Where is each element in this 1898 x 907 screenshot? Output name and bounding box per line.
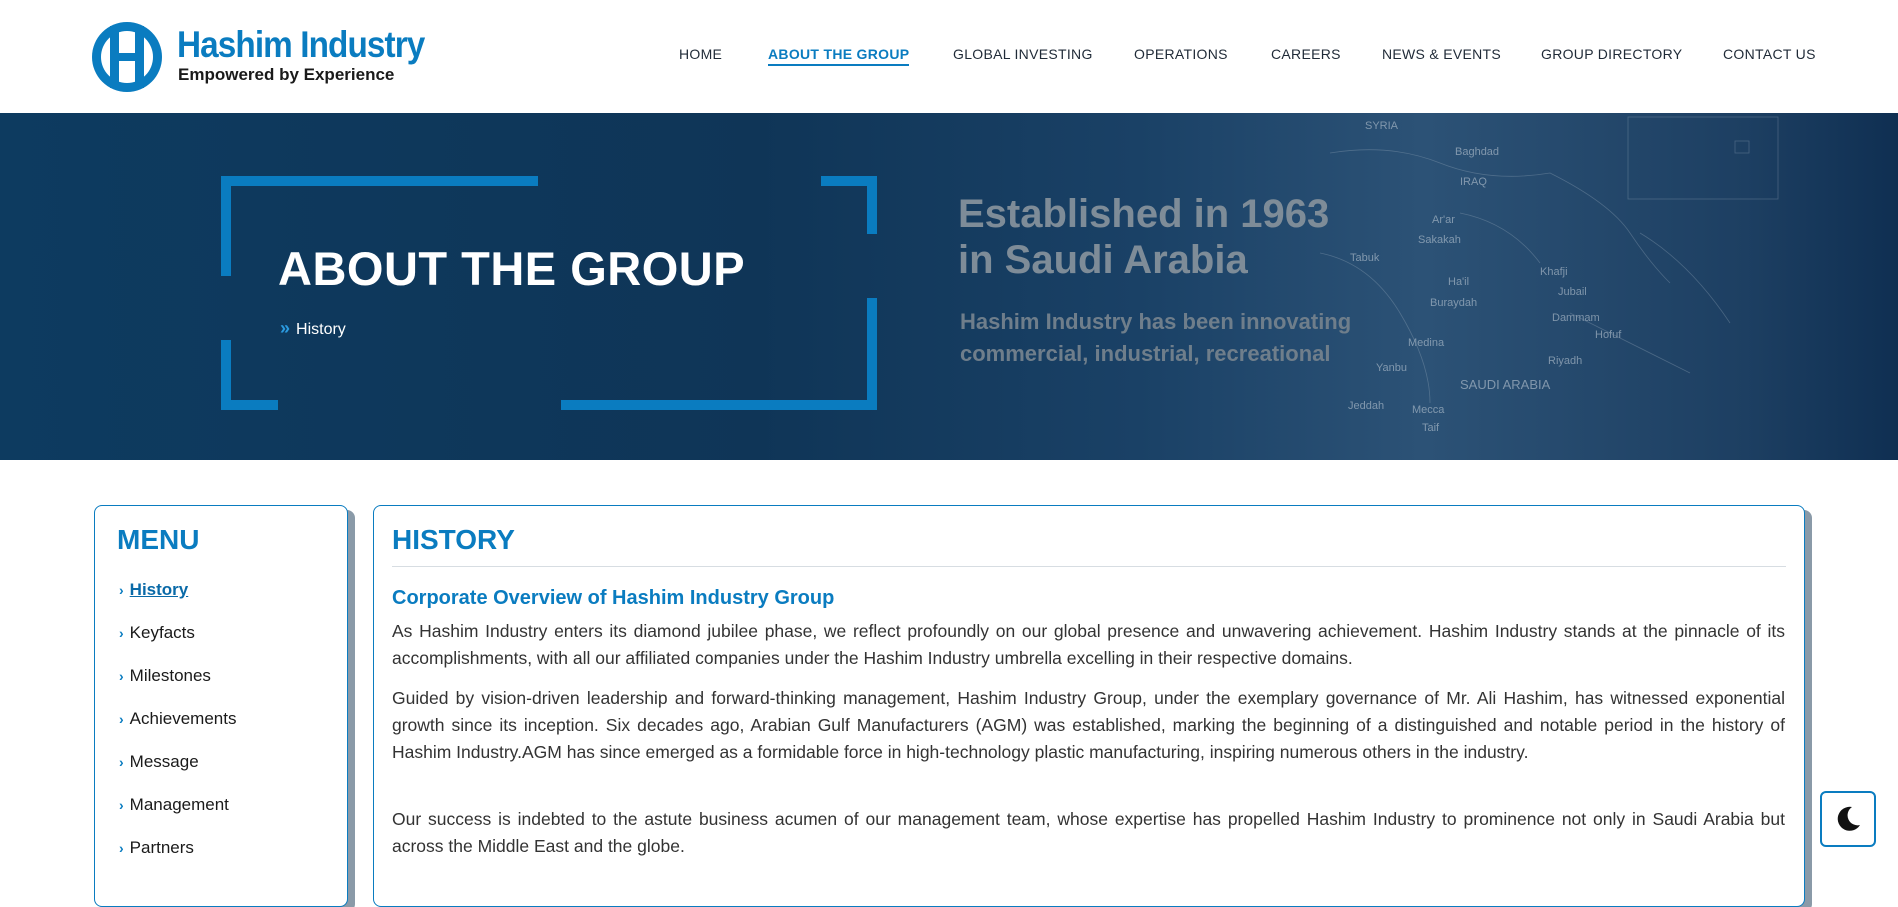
sidebar-item-history[interactable]: › History bbox=[119, 580, 188, 600]
sidebar-item-label: History bbox=[129, 580, 189, 599]
sidebar-item-management[interactable]: › Management bbox=[119, 795, 229, 815]
map-label: Tabuk bbox=[1350, 252, 1380, 264]
map-label: SYRIA bbox=[1365, 120, 1399, 132]
main-nav: HOME ABOUT THE GROUP GLOBAL INVESTING OP… bbox=[0, 46, 1898, 66]
chevron-right-icon: › bbox=[119, 754, 124, 770]
nav-operations[interactable]: OPERATIONS bbox=[1134, 46, 1228, 62]
hero-background-text: Established in 1963 in Saudi Arabia bbox=[958, 191, 1329, 283]
map-label: Jeddah bbox=[1348, 400, 1384, 412]
breadcrumb: » History bbox=[280, 318, 346, 339]
map-label: Baghdad bbox=[1455, 146, 1499, 158]
sidebar-item-label: Management bbox=[129, 795, 229, 814]
site-header: Hashim Industry Empowered by Experience … bbox=[0, 0, 1898, 113]
sidebar-item-label: Milestones bbox=[129, 666, 211, 685]
map-label: Mecca bbox=[1412, 404, 1445, 416]
chevron-right-icon: › bbox=[119, 797, 124, 813]
moon-icon bbox=[1837, 806, 1860, 831]
map-illustration: SYRIA Baghdad IRAQ Ar'ar Sakakah Tabuk H… bbox=[1319, 116, 1779, 434]
nav-news-events[interactable]: NEWS & EVENTS bbox=[1382, 46, 1501, 62]
chevron-right-icon: › bbox=[119, 668, 124, 684]
section-title: HISTORY bbox=[392, 524, 515, 555]
map-label: Taif bbox=[1422, 422, 1440, 434]
paragraph: Guided by vision-driven leadership and f… bbox=[392, 688, 1785, 762]
section-divider bbox=[392, 566, 1786, 567]
nav-global-investing[interactable]: GLOBAL INVESTING bbox=[953, 46, 1093, 62]
hero-bg-sub-line: commercial, industrial, recreational bbox=[960, 341, 1331, 366]
map-label: Sakakah bbox=[1418, 234, 1461, 246]
frame-bottom-right bbox=[561, 400, 877, 410]
frame-right-upper bbox=[867, 176, 877, 234]
frame-bottom-left bbox=[221, 400, 278, 410]
sidebar-item-achievements[interactable]: › Achievements bbox=[119, 709, 236, 729]
dark-mode-toggle[interactable] bbox=[1820, 791, 1876, 847]
double-chevron-icon: » bbox=[280, 318, 291, 338]
hero-bg-heading-line: in Saudi Arabia bbox=[958, 238, 1248, 282]
frame-left-upper bbox=[221, 176, 231, 276]
chevron-right-icon: › bbox=[119, 711, 124, 727]
hero-bg-sub-line: Hashim Industry has been innovating bbox=[960, 309, 1352, 334]
map-label: Ha'il bbox=[1448, 276, 1469, 288]
paragraph: Our success is indebted to the astute bu… bbox=[392, 809, 1785, 856]
section-subtitle: Corporate Overview of Hashim Industry Gr… bbox=[392, 587, 835, 609]
sidebar-item-label: Achievements bbox=[129, 709, 237, 728]
map-label: IRAQ bbox=[1460, 176, 1487, 188]
map-label: Buraydah bbox=[1430, 297, 1477, 309]
map-label: Hofuf bbox=[1595, 329, 1622, 341]
sidebar-menu: MENU › History › Keyfacts › Milestones › Ach… bbox=[94, 505, 348, 907]
map-label: Riyadh bbox=[1548, 355, 1582, 367]
sidebar-title: MENU bbox=[117, 524, 200, 555]
content-card: HISTORY Corporate Overview of Hashim Ind… bbox=[373, 505, 1805, 907]
sidebar-item-label: Partners bbox=[129, 838, 194, 857]
sidebar-item-keyfacts[interactable]: › Keyfacts bbox=[119, 623, 195, 643]
hero-banner: SYRIA Baghdad IRAQ Ar'ar Sakakah Tabuk H… bbox=[0, 113, 1898, 460]
paragraph: As Hashim Industry enters its diamond ju… bbox=[392, 621, 1785, 668]
nav-careers[interactable]: CAREERS bbox=[1271, 46, 1341, 62]
map-label: Khafji bbox=[1540, 266, 1568, 278]
sidebar-item-label: Message bbox=[129, 752, 199, 771]
frame-right-lower bbox=[867, 298, 877, 410]
page-title: ABOUT THE GROUP bbox=[278, 242, 746, 295]
chevron-right-icon: › bbox=[119, 582, 124, 598]
sidebar-item-milestones[interactable]: › Milestones bbox=[119, 666, 211, 686]
chevron-right-icon: › bbox=[119, 840, 124, 856]
map-label: Medina bbox=[1408, 337, 1445, 349]
map-label: Dammam bbox=[1552, 312, 1600, 324]
nav-home[interactable]: HOME bbox=[679, 46, 722, 62]
map-label: Ar'ar bbox=[1432, 214, 1455, 226]
nav-contact-us[interactable]: CONTACT US bbox=[1723, 46, 1816, 62]
nav-about-the-group[interactable]: ABOUT THE GROUP bbox=[768, 46, 910, 66]
hero-background-subtext: Hashim Industry has been innovating comm… bbox=[960, 306, 1351, 370]
nav-group-directory[interactable]: GROUP DIRECTORY bbox=[1541, 46, 1682, 62]
sidebar-item-message[interactable]: › Message bbox=[119, 752, 199, 772]
map-label: Jubail bbox=[1558, 286, 1587, 298]
chevron-right-icon: › bbox=[119, 625, 124, 641]
map-label: SAUDI ARABIA bbox=[1460, 377, 1551, 392]
frame-top-left bbox=[221, 176, 538, 186]
brand-tagline: Empowered by Experience bbox=[178, 65, 395, 84]
hero-bg-heading-line: Established in 1963 bbox=[958, 192, 1330, 236]
sidebar-item-partners[interactable]: › Partners bbox=[119, 838, 194, 858]
breadcrumb-current[interactable]: History bbox=[296, 321, 346, 338]
sidebar-item-label: Keyfacts bbox=[129, 623, 195, 642]
map-label: Yanbu bbox=[1376, 362, 1407, 374]
